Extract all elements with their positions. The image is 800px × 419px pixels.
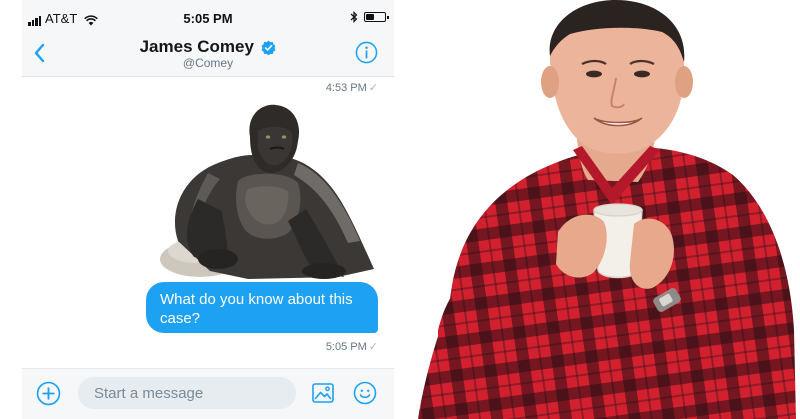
timestamp-text: 5:05 PM	[325, 341, 367, 353]
timestamp-text: 4:53 PM	[325, 82, 367, 94]
status-right	[350, 11, 389, 23]
message-composer	[22, 368, 394, 419]
man-in-pajamas-photo	[418, 0, 796, 419]
contact-name: James Comey	[139, 37, 254, 56]
message-input[interactable]	[78, 377, 296, 409]
gorilla-photo-message[interactable]	[138, 101, 380, 279]
contact-handle: @Comey	[182, 56, 234, 70]
battery-icon	[364, 12, 389, 22]
add-circle-icon[interactable]	[36, 381, 61, 406]
message-thread: 4:53 PM ✓ What do you know about this ca…	[22, 77, 394, 367]
verified-badge-icon	[261, 40, 276, 55]
info-icon[interactable]	[355, 41, 378, 64]
bluetooth-icon	[350, 11, 358, 23]
status-time: 5:05 PM	[183, 11, 233, 26]
status-bar: AT&T 5:05 PM	[22, 0, 394, 34]
emoji-icon[interactable]	[353, 381, 377, 405]
message-timestamp: 4:53 PM ✓	[326, 81, 378, 94]
image-icon[interactable]	[311, 381, 335, 405]
contact-name-row: James Comey	[22, 37, 394, 57]
read-check-icon: ✓	[368, 82, 378, 94]
sent-message-bubble[interactable]: What do you know about this case?	[146, 282, 378, 333]
message-timestamp: 5:05 PM ✓	[326, 340, 378, 353]
read-check-icon: ✓	[368, 341, 378, 353]
conversation-header: James Comey @Comey	[22, 34, 394, 77]
phone-screenshot: AT&T 5:05 PM James Comey @Comey 4:53 PM …	[22, 0, 394, 419]
